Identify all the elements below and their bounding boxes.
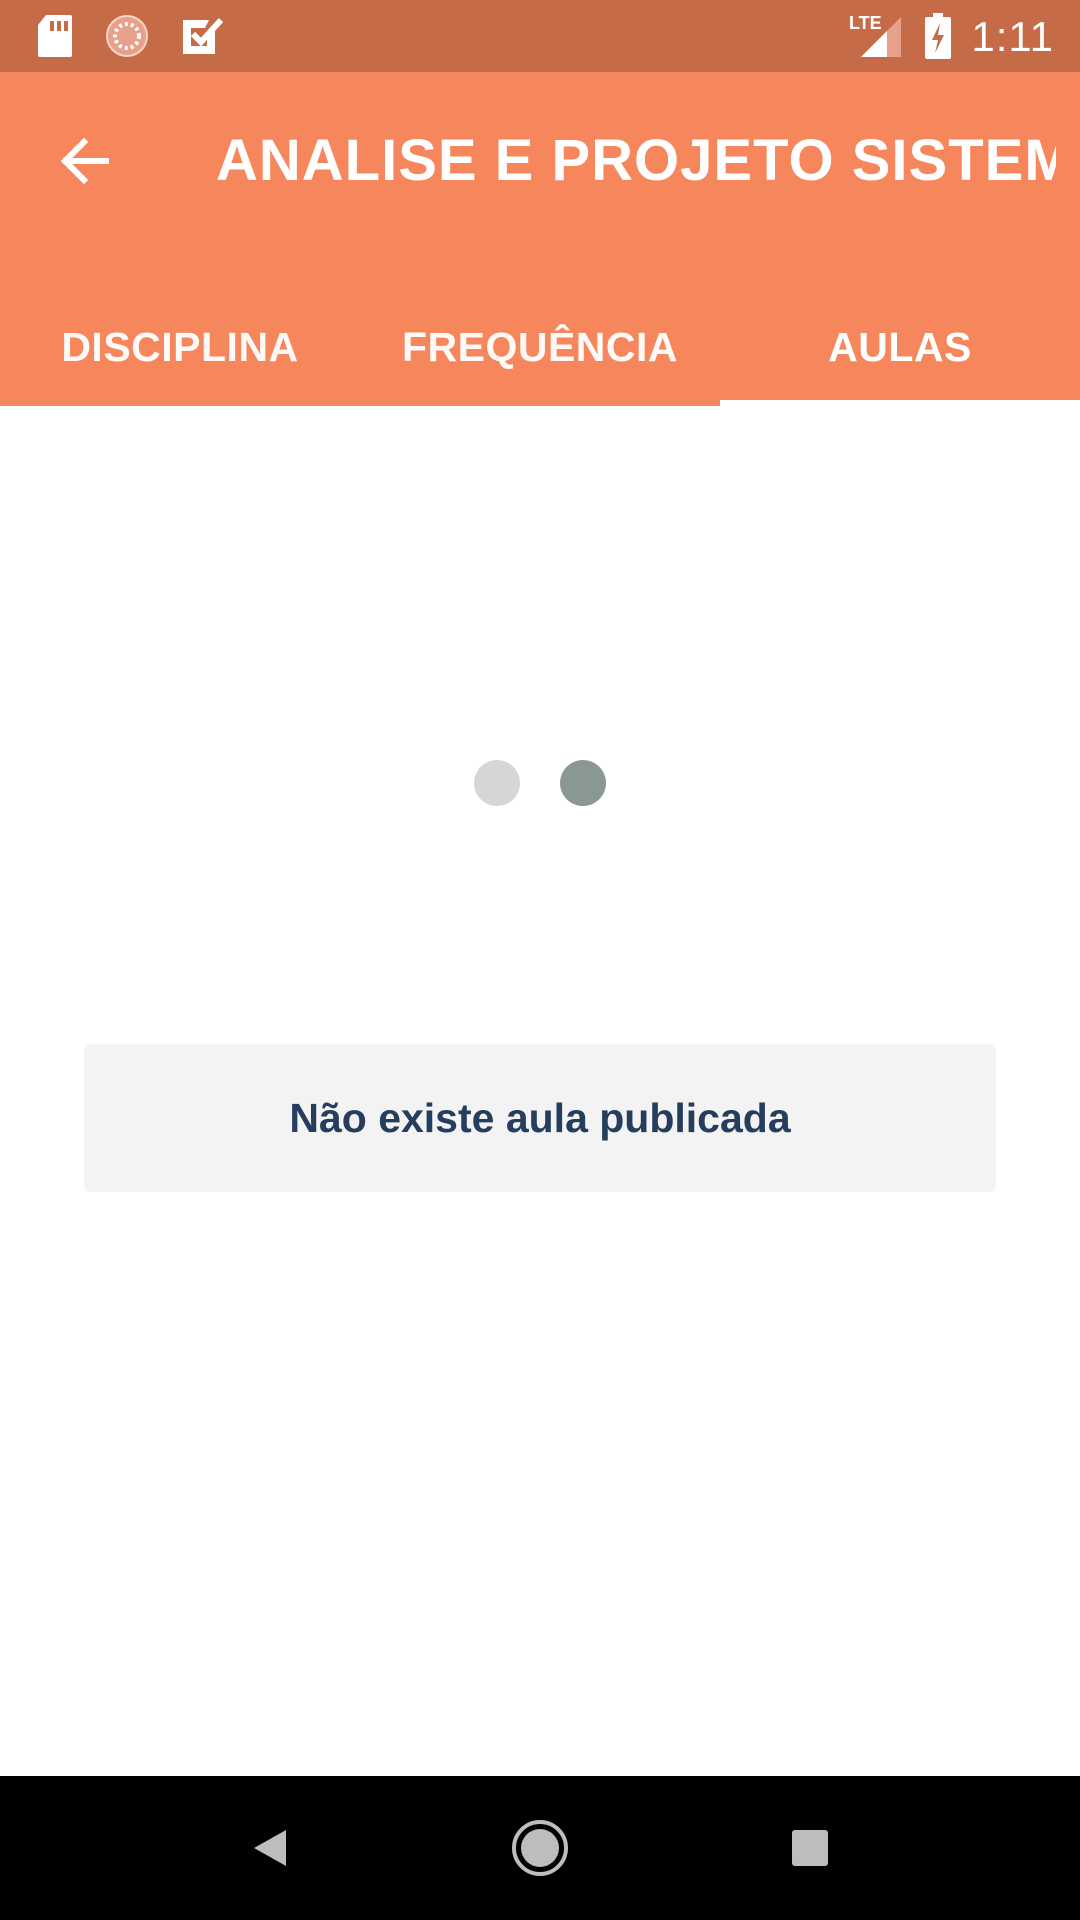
empty-state-message: Não existe aula publicada — [289, 1094, 791, 1141]
home-circle-icon — [512, 1820, 568, 1876]
tab-frequencia[interactable]: FREQUÊNCIA — [360, 288, 720, 406]
sync-progress-icon — [100, 0, 154, 72]
page-title: ANALISE E PROJETO SISTEM… — [216, 128, 1056, 193]
loading-dot — [474, 760, 520, 806]
app-bar: ANALISE E PROJETO SISTEM… DISCIPLINA FRE… — [0, 72, 1080, 406]
back-button[interactable] — [40, 116, 130, 206]
task-check-icon — [174, 0, 228, 72]
nav-home-button[interactable] — [480, 1776, 600, 1920]
tab-aulas[interactable]: AULAS — [720, 288, 1080, 406]
nav-recents-button[interactable] — [750, 1776, 870, 1920]
back-triangle-icon — [254, 1830, 286, 1866]
recents-square-icon — [792, 1830, 828, 1866]
empty-state-card: Não existe aula publicada — [84, 1044, 996, 1192]
aulas-content: Não existe aula publicada — [0, 406, 1080, 1776]
status-time: 1:11 — [971, 13, 1054, 60]
tab-bar: DISCIPLINA FREQUÊNCIA AULAS — [0, 288, 1080, 406]
status-bar: LTE 1:11 — [0, 0, 1080, 72]
network-label: LTE — [849, 13, 882, 33]
loading-dot — [560, 760, 606, 806]
battery-charging-icon — [918, 0, 958, 72]
system-nav-bar — [0, 1776, 1080, 1920]
signal-icon: LTE — [842, 0, 912, 72]
tab-disciplina[interactable]: DISCIPLINA — [0, 288, 360, 406]
nav-back-button[interactable] — [210, 1776, 330, 1920]
sd-card-icon — [30, 0, 80, 72]
arrow-left-icon — [60, 137, 109, 185]
